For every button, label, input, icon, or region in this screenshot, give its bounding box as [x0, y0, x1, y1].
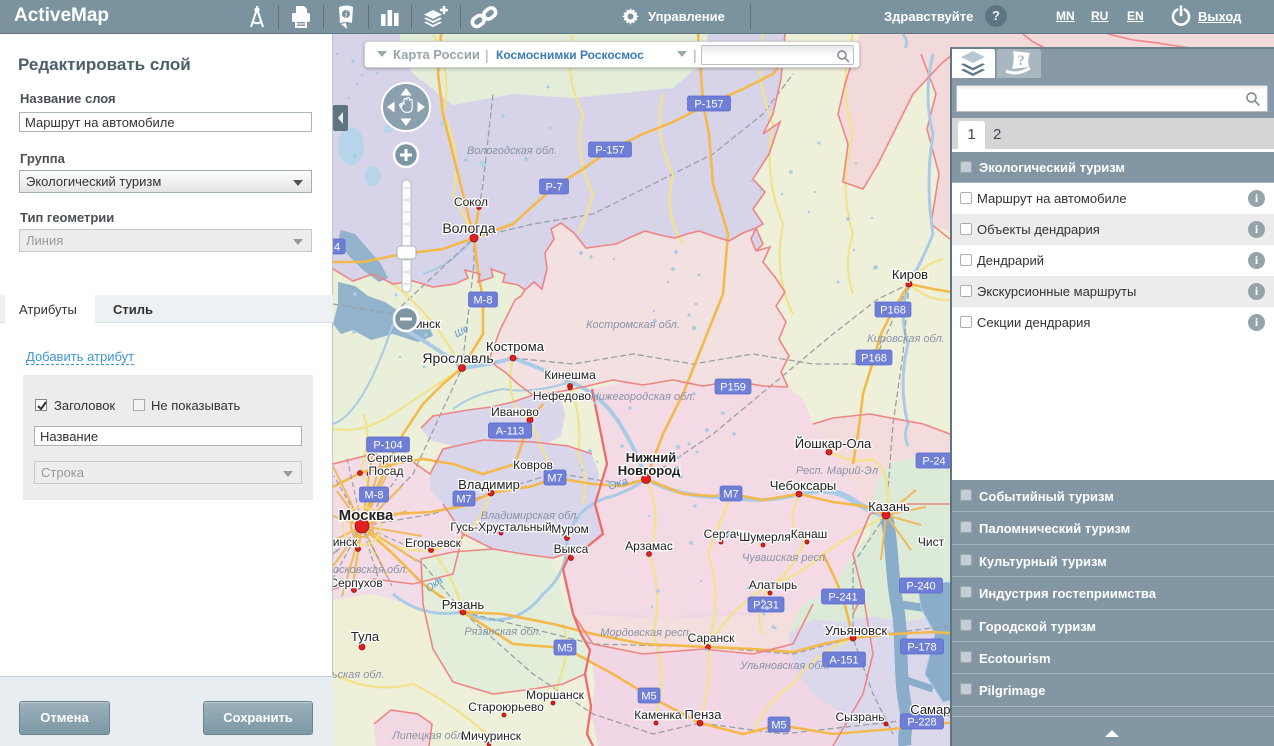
svg-text:Костромская обл.: Костромская обл.	[586, 319, 680, 331]
svg-text:Сызрань: Сызрань	[835, 710, 884, 724]
svg-text:Выкса: Выкса	[554, 542, 589, 556]
svg-text:Алатырь: Алатырь	[749, 578, 797, 592]
svg-text:Р-24: Р-24	[922, 456, 945, 468]
svg-text:Р-157: Р-157	[694, 99, 723, 111]
svg-text:Ярославль: Ярославль	[422, 350, 493, 366]
svg-text:Р-104: Р-104	[373, 440, 402, 452]
svg-text:Йошкар-Ола: Йошкар-Ола	[795, 436, 872, 451]
svg-text:Москва: Москва	[339, 507, 394, 524]
svg-text:Сергач: Сергач	[704, 527, 743, 541]
svg-text:Ковров: Ковров	[513, 458, 553, 472]
svg-text:Саранск: Саранск	[688, 631, 735, 645]
svg-text:Р-7: Р-7	[545, 182, 562, 194]
svg-text:Чист: Чист	[918, 535, 945, 549]
svg-text:Р-178: Р-178	[907, 642, 936, 654]
svg-text:Ульяновская обл.: Ульяновская обл.	[739, 660, 829, 672]
svg-text:Новгород: Новгород	[618, 463, 681, 478]
svg-text:А-113: А-113	[496, 426, 525, 438]
svg-text:Сергиев: Сергиев	[367, 451, 413, 465]
svg-text:Серпухов: Серпухов	[333, 576, 383, 590]
svg-text:Нефедово: Нефедово	[533, 389, 592, 403]
svg-text:Пенза: Пенза	[685, 707, 723, 722]
svg-text:Ульяновск: Ульяновск	[825, 623, 887, 638]
svg-text:Р-240: Р-240	[906, 581, 935, 593]
svg-text:М7: М7	[547, 473, 562, 485]
svg-text:Р159: Р159	[720, 382, 746, 394]
svg-text:Канаш: Канаш	[791, 527, 828, 541]
svg-text:?: ?	[1017, 53, 1025, 69]
svg-text:Иваново: Иваново	[491, 405, 539, 419]
svg-text:Гусь-Хрустальный: Гусь-Хрустальный	[450, 520, 551, 534]
svg-text:Владимир: Владимир	[458, 477, 520, 492]
svg-text:льская обл.: льская обл.	[333, 669, 385, 681]
svg-text:Нижегородская обл.: Нижегородская обл.	[591, 391, 696, 403]
svg-text:М-8: М-8	[365, 490, 384, 502]
svg-text:Киров: Киров	[892, 267, 928, 282]
svg-text:М7: М7	[456, 494, 471, 506]
svg-text:Тула: Тула	[351, 629, 380, 644]
svg-text:Сокол: Сокол	[454, 195, 488, 209]
svg-text:Московская обл.: Московская обл.	[333, 564, 408, 576]
svg-text:Чувашская респ.: Чувашская респ.	[742, 552, 828, 564]
svg-text:Респ. Марий-Эл: Респ. Марий-Эл	[796, 465, 878, 477]
svg-text:М5: М5	[641, 691, 656, 703]
svg-text:Кинешма: Кинешма	[544, 368, 596, 382]
svg-text:Староюрьево: Староюрьево	[468, 700, 544, 714]
svg-text:Кировская обл.: Кировская обл.	[867, 333, 944, 345]
svg-text:инск: инск	[416, 317, 441, 331]
svg-text:Кострома: Кострома	[486, 339, 545, 354]
svg-text:Владимирская обл.: Владимирская обл.	[481, 510, 580, 522]
svg-text:Егорьевск: Егорьевск	[405, 536, 462, 550]
svg-text:А-151: А-151	[829, 655, 858, 667]
svg-text:Каменка: Каменка	[634, 708, 682, 722]
svg-text:Мичуринск: Мичуринск	[461, 729, 522, 743]
svg-text:Казань: Казань	[868, 499, 910, 514]
svg-text:Посад: Посад	[369, 464, 404, 478]
svg-text:М-8: М-8	[474, 295, 493, 307]
svg-text:Р-228: Р-228	[907, 717, 936, 729]
svg-text:Р-241: Р-241	[828, 592, 857, 604]
svg-text:инск: инск	[333, 535, 358, 549]
svg-text:Рязань: Рязань	[442, 597, 485, 612]
svg-text:Р168: Р168	[880, 305, 906, 317]
svg-text:Рязанская обл.: Рязанская обл.	[464, 626, 541, 638]
svg-text:Вологодская обл.: Вологодская обл.	[467, 145, 557, 157]
svg-text:Чебоксары: Чебоксары	[770, 478, 837, 493]
svg-text:Мордовская респ.: Мордовская респ.	[600, 627, 692, 639]
svg-text:М5: М5	[557, 643, 572, 655]
svg-text:Р168: Р168	[861, 353, 887, 365]
svg-text:Вологда: Вологда	[442, 220, 496, 236]
svg-text:Арзамас: Арзамас	[625, 539, 673, 553]
svg-text:14: 14	[333, 242, 340, 254]
svg-text:Липецкая обл.: Липецкая обл.	[391, 730, 466, 742]
svg-text:Р-157: Р-157	[595, 145, 624, 157]
svg-text:Муром: Муром	[551, 522, 589, 536]
svg-text:Шумерля: Шумерля	[739, 530, 791, 544]
svg-text:М7: М7	[723, 489, 738, 501]
svg-text:М5: М5	[771, 720, 786, 732]
